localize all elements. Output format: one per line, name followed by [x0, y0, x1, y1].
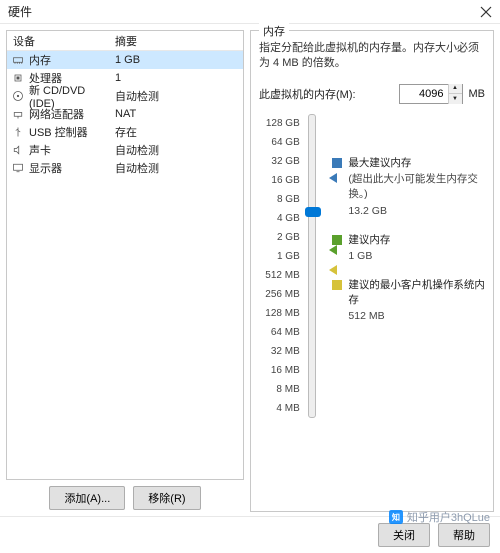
device-summary: 1 GB: [111, 54, 243, 66]
add-button[interactable]: 添加(A)...: [49, 486, 125, 510]
min-legend-icon: [332, 280, 342, 290]
display-icon: [11, 161, 25, 175]
col-device-header[interactable]: 设备: [7, 33, 111, 49]
memory-input-label: 此虚拟机的内存(M):: [259, 86, 393, 102]
close-icon[interactable]: [480, 6, 492, 18]
network-icon: [11, 107, 25, 121]
memory-section-title: 内存: [259, 23, 289, 39]
rec-legend-icon: [332, 235, 342, 245]
memory-slider[interactable]: [304, 114, 321, 418]
tick-label: 64 MB: [271, 323, 300, 342]
min-marker-icon: [329, 265, 337, 275]
device-row[interactable]: 新 CD/DVD (IDE)自动检测: [7, 87, 243, 105]
tick-label: 16 GB: [271, 171, 299, 190]
device-summary: 存在: [111, 124, 243, 140]
device-row[interactable]: 显示器自动检测: [7, 159, 243, 177]
device-table: 设备 摘要 内存1 GB处理器1新 CD/DVD (IDE)自动检测网络适配器N…: [6, 30, 244, 480]
rec-marker-icon: [329, 245, 337, 255]
memory-input[interactable]: [400, 86, 448, 102]
tick-label: 16 MB: [271, 361, 300, 380]
max-marker-icon: [329, 173, 337, 183]
remove-button[interactable]: 移除(R): [133, 486, 200, 510]
slider-ticks: 128 GB64 GB32 GB16 GB8 GB4 GB2 GB1 GB512…: [259, 114, 304, 418]
usb-icon: [11, 125, 25, 139]
device-label: 显示器: [29, 160, 111, 176]
spin-down-icon[interactable]: ▼: [449, 94, 462, 104]
close-button[interactable]: 关闭: [378, 523, 430, 547]
memory-icon: [11, 53, 25, 67]
device-summary: 1: [111, 72, 243, 84]
memory-description: 指定分配给此虚拟机的内存量。内存大小必须为 4 MB 的倍数。: [259, 41, 485, 72]
tick-label: 2 GB: [277, 228, 300, 247]
dialog-title: 硬件: [8, 3, 32, 20]
tick-label: 128 GB: [266, 114, 300, 133]
device-summary: 自动检测: [111, 160, 243, 176]
tick-label: 64 GB: [271, 133, 299, 152]
max-legend-note: (超出此大小可能发生内存交换。): [348, 172, 485, 201]
slider-thumb[interactable]: [305, 207, 321, 217]
rec-legend-title: 建议内存: [348, 233, 390, 248]
min-legend-value: 512 MB: [348, 309, 485, 324]
cpu-icon: [11, 71, 25, 85]
col-summary-header[interactable]: 摘要: [111, 33, 243, 49]
device-summary: 自动检测: [111, 142, 243, 158]
disc-icon: [11, 89, 25, 103]
min-legend-title: 建议的最小客户机操作系统内存: [348, 278, 485, 307]
device-row[interactable]: 内存1 GB: [7, 51, 243, 69]
tick-label: 256 MB: [265, 285, 299, 304]
device-row[interactable]: 网络适配器NAT: [7, 105, 243, 123]
help-button[interactable]: 帮助: [438, 523, 490, 547]
max-legend-icon: [332, 158, 342, 168]
tick-label: 4 GB: [277, 209, 300, 228]
max-legend-value: 13.2 GB: [348, 204, 485, 219]
tick-label: 512 MB: [265, 266, 299, 285]
max-legend-title: 最大建议内存: [348, 156, 485, 171]
device-label: 内存: [29, 52, 111, 68]
tick-label: 1 GB: [277, 247, 300, 266]
tick-label: 8 GB: [277, 190, 300, 209]
device-summary: 自动检测: [111, 88, 243, 104]
device-row[interactable]: 声卡自动检测: [7, 141, 243, 159]
tick-label: 32 MB: [271, 342, 300, 361]
tick-label: 4 MB: [276, 399, 299, 418]
memory-unit: MB: [469, 88, 486, 100]
device-label: 网络适配器: [29, 106, 111, 122]
device-label: USB 控制器: [29, 124, 111, 140]
tick-label: 32 GB: [271, 152, 299, 171]
sound-icon: [11, 143, 25, 157]
tick-label: 128 MB: [265, 304, 299, 323]
rec-legend-value: 1 GB: [348, 249, 390, 264]
tick-label: 8 MB: [276, 380, 299, 399]
spin-up-icon[interactable]: ▲: [449, 84, 462, 94]
device-summary: NAT: [111, 108, 243, 120]
device-label: 声卡: [29, 142, 111, 158]
device-row[interactable]: USB 控制器存在: [7, 123, 243, 141]
